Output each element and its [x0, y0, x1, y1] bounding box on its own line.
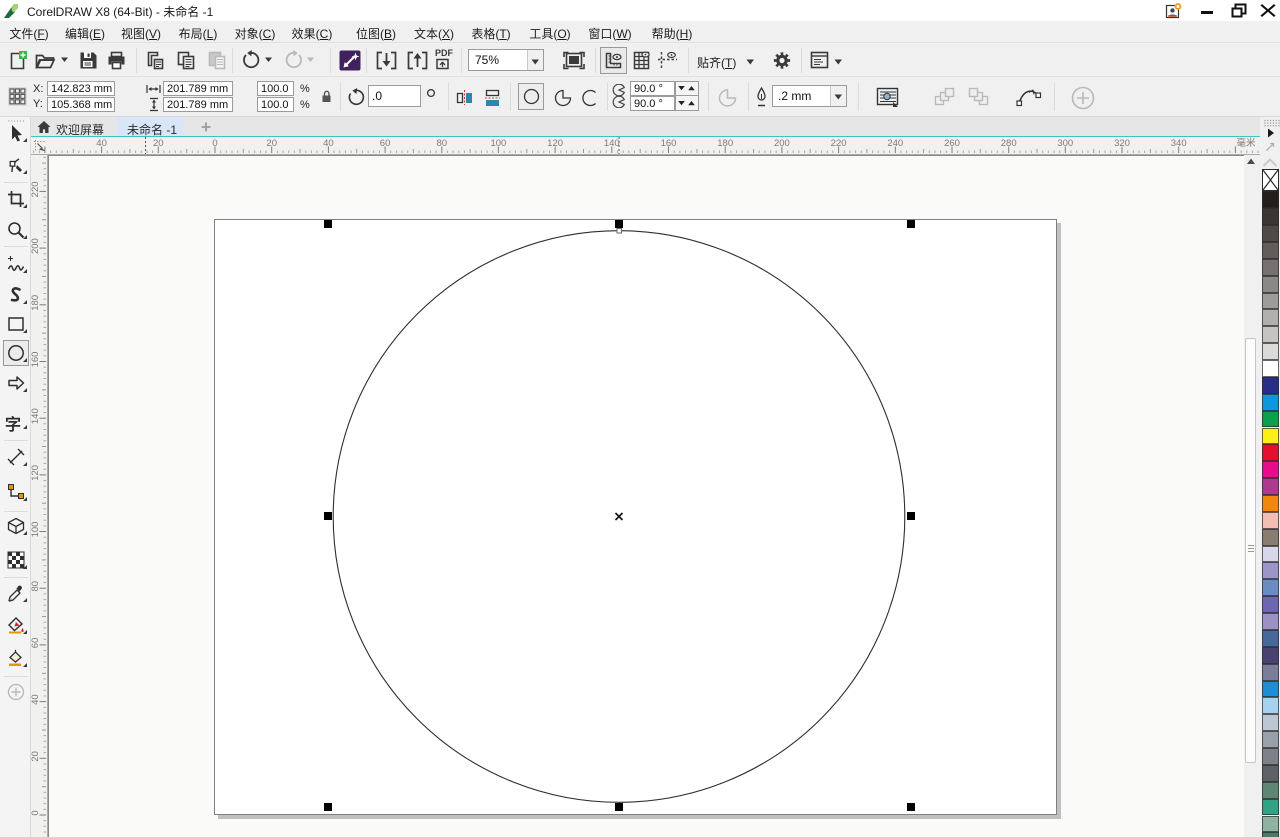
svg-text:60: 60	[31, 638, 41, 649]
svg-text:100: 100	[31, 522, 41, 538]
svg-text:280: 280	[1001, 138, 1017, 149]
svg-text:180: 180	[31, 295, 41, 311]
svg-text:60: 60	[380, 138, 391, 149]
svg-text:140: 140	[604, 138, 620, 149]
svg-text:0: 0	[212, 138, 217, 149]
svg-text:200: 200	[31, 238, 41, 254]
svg-text:毫米: 毫米	[1236, 137, 1256, 149]
svg-text:300: 300	[1057, 138, 1073, 149]
svg-text:80: 80	[437, 138, 448, 149]
svg-text:20: 20	[266, 138, 277, 149]
svg-text:20: 20	[153, 138, 164, 149]
svg-text:200: 200	[774, 138, 790, 149]
svg-text:320: 320	[1114, 138, 1130, 149]
svg-text:260: 260	[944, 138, 960, 149]
svg-text:340: 340	[1171, 138, 1187, 149]
svg-text:120: 120	[547, 138, 563, 149]
svg-text:40: 40	[31, 694, 41, 705]
svg-text:100: 100	[490, 138, 506, 149]
svg-text:140: 140	[31, 408, 41, 424]
svg-text:40: 40	[96, 138, 107, 149]
svg-text:20: 20	[31, 751, 41, 762]
svg-text:220: 220	[831, 138, 847, 149]
svg-text:180: 180	[717, 138, 733, 149]
svg-text:0: 0	[31, 810, 41, 815]
svg-text:160: 160	[31, 352, 41, 368]
svg-text:240: 240	[887, 138, 903, 149]
svg-text:40: 40	[323, 138, 334, 149]
svg-text:160: 160	[661, 138, 677, 149]
svg-text:220: 220	[31, 181, 41, 197]
svg-text:120: 120	[31, 465, 41, 481]
svg-text:80: 80	[31, 581, 41, 592]
